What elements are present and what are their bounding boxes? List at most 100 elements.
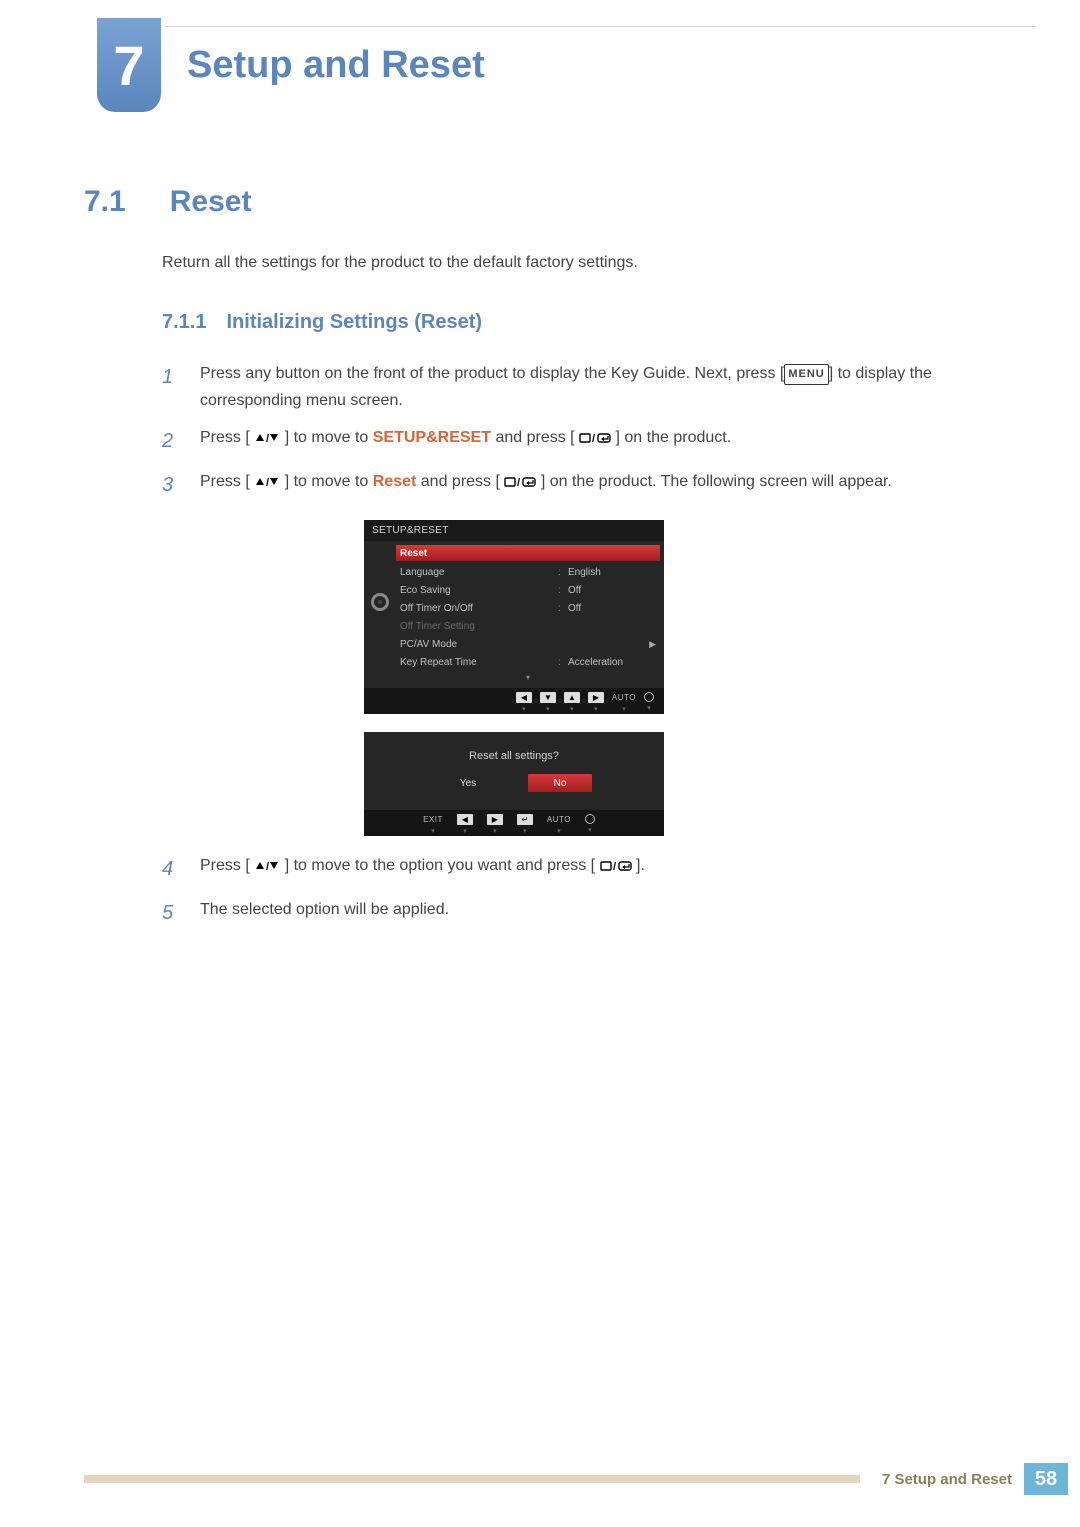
nav-up-icon: ▲ (564, 692, 580, 703)
step-body: Press [ / ] to move to SETUP&RESET and p… (200, 424, 1004, 458)
power-icon (644, 692, 654, 702)
enter-icon: ↵ (517, 814, 533, 825)
step-number: 5 (162, 896, 178, 930)
osd-footer: ◀▾ ▼▾ ▲▾ ▶▾ AUTO▾ ▾ (364, 688, 664, 714)
osd-item-offtimer-onoff: Off Timer On/Off : Off (400, 599, 656, 617)
osd-colon: : (558, 585, 568, 596)
confirm-buttons: Yes No (436, 774, 592, 792)
osd-item-eco: Eco Saving : Off (400, 581, 656, 599)
confirm-question: Reset all settings? (469, 750, 559, 762)
step-4: 4 Press [ / ] to move to the option you … (162, 852, 1004, 886)
confirm-body: Reset all settings? Yes No (364, 732, 664, 810)
section-heading: 7.1 Reset (84, 185, 1004, 219)
step-3: 3 Press [ / ] to move to Reset and press… (162, 468, 1004, 502)
source-enter-icon: / (504, 476, 536, 488)
step-body: Press any button on the front of the pro… (200, 360, 1004, 414)
osd-item-pcav: PC/AV Mode ▶ (400, 635, 656, 653)
osd-title: SETUP&RESET (364, 520, 664, 541)
chapter-number-tab: 7 (97, 18, 161, 112)
step-number: 2 (162, 424, 178, 458)
footer-bar (84, 1475, 860, 1483)
step-text: and press [ (491, 429, 575, 446)
up-down-arrow-icon: / (254, 432, 280, 444)
source-enter-icon: / (600, 860, 632, 872)
osd-colon: : (558, 657, 568, 668)
subsection-title: Initializing Settings (Reset) (226, 311, 482, 334)
step-text: and press [ (416, 473, 500, 490)
section-intro: Return all the settings for the product … (162, 251, 1004, 275)
osd-item-value: English (568, 567, 656, 578)
osd-item-label: Language (400, 567, 558, 578)
auto-label: AUTO (612, 692, 636, 703)
step-text: Press any button on the front of the pro… (200, 365, 784, 382)
svg-text:/: / (266, 433, 269, 444)
osd-item-language: Language : English (400, 563, 656, 581)
page-number: 58 (1024, 1463, 1068, 1495)
nav-down-icon: ▼ (540, 692, 556, 703)
osd-menu-list: Reset Language : English Eco Saving : Of… (396, 541, 664, 688)
step-body: Press [ / ] to move to the option you wa… (200, 852, 1004, 886)
step-text: ] on the product. The following screen w… (541, 473, 892, 490)
svg-text:/: / (266, 477, 269, 488)
step-text: Press [ (200, 429, 250, 446)
up-down-arrow-icon: / (254, 476, 280, 488)
up-down-arrow-icon: / (254, 860, 280, 872)
step-text: ] on the product. (616, 429, 732, 446)
step-text: Press [ (200, 473, 250, 490)
svg-text:/: / (517, 477, 520, 488)
gear-icon (371, 593, 389, 611)
chevron-right-icon: ▶ (649, 639, 656, 649)
section-number: 7.1 (84, 185, 126, 219)
keyword-setup-reset: SETUP&RESET (373, 429, 491, 446)
confirm-no: No (528, 774, 592, 792)
exit-label: EXIT (423, 814, 443, 825)
osd-item-offtimer-setting: Off Timer Setting (400, 617, 656, 635)
page-footer: 7 Setup and Reset 58 (84, 1463, 1068, 1495)
step-body: Press [ / ] to move to Reset and press [… (200, 468, 1004, 502)
auto-label: AUTO (547, 814, 571, 825)
osd-item-label: Reset (400, 548, 656, 559)
osd-colon: : (558, 603, 568, 614)
osd-item-arrow: ▶ (568, 639, 656, 650)
osd-item-keyrepeat: Key Repeat Time : Acceleration (400, 653, 656, 671)
osd-icon-column (364, 541, 396, 688)
confirm-footer: EXIT▾ ◀▾ ▶▾ ↵▾ AUTO▾ ▾ (364, 810, 664, 836)
step-5: 5 The selected option will be applied. (162, 896, 1004, 930)
chevron-down-icon: ▾ (400, 673, 656, 682)
osd-item-label: Off Timer Setting (400, 621, 656, 632)
footer-label: 7 Setup and Reset (882, 1471, 1012, 1488)
osd-item-label: Eco Saving (400, 585, 558, 596)
confirm-yes: Yes (436, 778, 500, 789)
step-number: 3 (162, 468, 178, 502)
osd-item-label: Off Timer On/Off (400, 603, 558, 614)
chapter-title: Setup and Reset (187, 44, 485, 87)
nav-right-icon: ▶ (588, 692, 604, 703)
steps-list: 1 Press any button on the front of the p… (162, 360, 1004, 502)
osd-item-label: PC/AV Mode (400, 639, 558, 650)
subsection-number: 7.1.1 (162, 311, 206, 334)
step-text: ]. (636, 857, 645, 874)
step-2: 2 Press [ / ] to move to SETUP&RESET and… (162, 424, 1004, 458)
osd-item-label: Key Repeat Time (400, 657, 558, 668)
osd-panel: SETUP&RESET Reset Language : English Eco (364, 520, 664, 714)
step-body: The selected option will be applied. (200, 896, 1004, 930)
nav-left-icon: ◀ (516, 692, 532, 703)
step-text: Press [ (200, 857, 250, 874)
nav-left-icon: ◀ (457, 814, 473, 825)
step-1: 1 Press any button on the front of the p… (162, 360, 1004, 414)
osd-item-value: Off (568, 585, 656, 596)
power-icon (585, 814, 595, 824)
svg-text:/: / (592, 433, 595, 444)
osd-menu-screenshot: SETUP&RESET Reset Language : English Eco (364, 520, 1004, 714)
step-text: ] to move to the option you want and pre… (285, 857, 595, 874)
chapter-header: 7 Setup and Reset (97, 18, 485, 112)
step-number: 4 (162, 852, 178, 886)
menu-key-icon: MENU (784, 364, 828, 385)
subsection-heading: 7.1.1 Initializing Settings (Reset) (162, 311, 1004, 334)
osd-body: Reset Language : English Eco Saving : Of… (364, 541, 664, 688)
page-content: 7.1 Reset Return all the settings for th… (84, 185, 1004, 940)
step-text: ] to move to (285, 429, 373, 446)
osd-colon: : (558, 567, 568, 578)
nav-right-icon: ▶ (487, 814, 503, 825)
step-text: ] to move to (285, 473, 373, 490)
